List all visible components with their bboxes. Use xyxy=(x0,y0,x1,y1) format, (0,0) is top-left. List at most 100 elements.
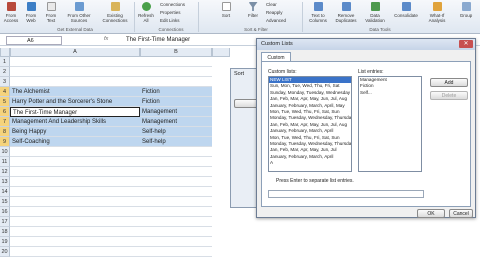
cell-b14[interactable] xyxy=(140,187,212,197)
delete-button[interactable]: Delete xyxy=(430,91,468,100)
sort-dialog-button[interactable] xyxy=(234,99,258,108)
row-header[interactable]: 4 xyxy=(0,87,10,97)
consolidate-button[interactable]: Consolidate xyxy=(392,2,420,26)
cell-b5[interactable]: Fiction xyxy=(140,97,212,107)
select-all-corner[interactable] xyxy=(0,48,10,57)
cell-a10[interactable] xyxy=(10,147,140,157)
filter-button[interactable]: Filter xyxy=(244,2,262,26)
cancel-button[interactable]: Cancel xyxy=(449,209,473,218)
cell-b13[interactable] xyxy=(140,177,212,187)
cell-b3[interactable] xyxy=(140,77,212,87)
group-button[interactable]: Group xyxy=(455,2,477,26)
formula-input[interactable]: The First-Time Manager xyxy=(126,36,190,44)
row-header[interactable]: 14 xyxy=(0,187,10,197)
cell-b18[interactable] xyxy=(140,227,212,237)
remove-duplicates-icon xyxy=(341,2,351,11)
cell-a3[interactable] xyxy=(10,77,140,87)
cell-a6[interactable]: The First-Time Manager xyxy=(10,107,140,117)
refresh-icon xyxy=(141,2,151,11)
row-header[interactable]: 12 xyxy=(0,167,10,177)
cell-a17[interactable] xyxy=(10,217,140,227)
cell-a11[interactable] xyxy=(10,157,140,167)
what-if-analysis-button[interactable]: What-If Analysis xyxy=(424,2,450,26)
cell-b8[interactable]: Self-help xyxy=(140,127,212,137)
row-header[interactable]: 13 xyxy=(0,177,10,187)
row-header[interactable]: 15 xyxy=(0,197,10,207)
custom-list-item[interactable]: A xyxy=(269,160,351,166)
row-header[interactable]: 2 xyxy=(0,67,10,77)
cell-a12[interactable] xyxy=(10,167,140,177)
import-range-field[interactable] xyxy=(268,190,424,198)
custom-lists-listbox[interactable]: NEW LIST Sun, Mon, Tue, Wed, Thu, Fri, Sa… xyxy=(268,76,352,172)
data-validation-button[interactable]: Data Validation xyxy=(362,2,388,26)
row-header[interactable]: 3 xyxy=(0,77,10,87)
cell-a9[interactable]: Self-Coaching xyxy=(10,137,140,147)
cell-b2[interactable] xyxy=(140,67,212,77)
cell-a16[interactable] xyxy=(10,207,140,217)
cell-b7[interactable]: Management xyxy=(140,117,212,127)
cell-b1[interactable] xyxy=(140,57,212,67)
row-header[interactable]: 1 xyxy=(0,57,10,67)
add-button[interactable]: Add xyxy=(430,78,468,87)
row-header[interactable]: 6 xyxy=(0,107,10,117)
row-header[interactable]: 20 xyxy=(0,247,10,257)
cell-b6[interactable]: Management xyxy=(140,107,212,117)
row-header[interactable]: 11 xyxy=(0,157,10,167)
cell-b15[interactable] xyxy=(140,197,212,207)
cell-a8[interactable]: Being Happy xyxy=(10,127,140,137)
column-header-a[interactable]: A xyxy=(10,48,140,57)
cell-a14[interactable] xyxy=(10,187,140,197)
from-access-button[interactable]: From Access xyxy=(2,2,20,26)
cell-a2[interactable] xyxy=(10,67,140,77)
from-web-button[interactable]: From Web xyxy=(22,2,40,26)
cell-a20[interactable] xyxy=(10,247,140,257)
cell-b19[interactable] xyxy=(140,237,212,247)
row-header[interactable]: 19 xyxy=(0,237,10,247)
cell-a18[interactable] xyxy=(10,227,140,237)
from-other-sources-button[interactable]: From Other Sources xyxy=(62,2,96,26)
cell-a13[interactable] xyxy=(10,177,140,187)
cell-b12[interactable] xyxy=(140,167,212,177)
row-header[interactable]: 18 xyxy=(0,227,10,237)
group-icon xyxy=(461,2,471,11)
row-header[interactable]: 10 xyxy=(0,147,10,157)
cell-b4[interactable]: Fiction xyxy=(140,87,212,97)
cell-a19[interactable] xyxy=(10,237,140,247)
custom-list-item[interactable]: Jan, Feb, Mar, Apr, May, Jun, Jul, Aug xyxy=(269,96,351,102)
sort-button[interactable]: Sort xyxy=(218,2,234,26)
cell-b10[interactable] xyxy=(140,147,212,157)
row-header[interactable]: 5 xyxy=(0,97,10,107)
filter-icon xyxy=(248,2,258,11)
cell-b17[interactable] xyxy=(140,217,212,227)
cell-a7[interactable]: Management And Leadership Skills xyxy=(10,117,140,127)
globe-icon xyxy=(26,2,36,11)
column-header[interactable] xyxy=(212,48,230,57)
cell-b11[interactable] xyxy=(140,157,212,167)
refresh-all-button[interactable]: Refresh All xyxy=(136,2,156,26)
cell-a5[interactable]: Harry Potter and the Sorcerer's Stone xyxy=(10,97,140,107)
text-to-columns-button[interactable]: Text to Columns xyxy=(305,2,331,26)
list-entries-textarea[interactable]: Management Fiction Self... xyxy=(358,76,422,172)
cell-a1[interactable] xyxy=(10,57,140,67)
cell-a15[interactable] xyxy=(10,197,140,207)
sort-icon xyxy=(221,2,231,11)
row-header[interactable]: 16 xyxy=(0,207,10,217)
existing-connections-button[interactable]: Existing Connections xyxy=(98,2,132,26)
row-header[interactable]: 7 xyxy=(0,117,10,127)
cell-b20[interactable] xyxy=(140,247,212,257)
cell-a4[interactable]: The Alchemist xyxy=(10,87,140,97)
row-header[interactable]: 8 xyxy=(0,127,10,137)
name-box[interactable]: A6 xyxy=(6,36,62,45)
fx-icon[interactable]: fx xyxy=(104,36,108,42)
cell-b9[interactable]: Self-help xyxy=(140,137,212,147)
row-header[interactable]: 17 xyxy=(0,217,10,227)
column-header-b[interactable]: B xyxy=(140,48,212,57)
row-header[interactable]: 9 xyxy=(0,137,10,147)
remove-duplicates-button[interactable]: Remove Duplicates xyxy=(333,2,359,26)
ok-button[interactable]: OK xyxy=(417,209,445,218)
custom-list-item[interactable]: Sun, Mon, Tue, Wed, Thu, Fri, Sat xyxy=(269,83,351,89)
custom-list-item[interactable]: Monday, Tuesday, Wednesday, Thursday xyxy=(269,115,351,121)
cell-b16[interactable] xyxy=(140,207,212,217)
from-text-button[interactable]: From Text xyxy=(42,2,60,26)
close-icon[interactable]: ✕ xyxy=(459,40,473,48)
